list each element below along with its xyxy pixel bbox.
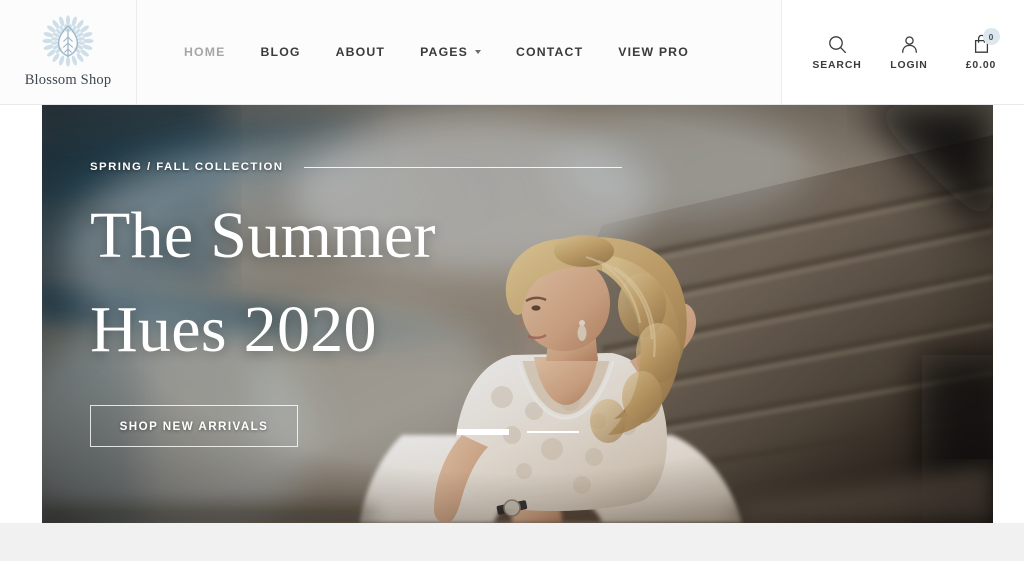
nav-item-label: PAGES (420, 45, 468, 59)
nav-item-pages[interactable]: PAGES (420, 45, 481, 59)
site-logo[interactable]: Blossom Shop (0, 0, 137, 104)
hero-title: The Summer Hues 2020 (90, 199, 436, 366)
nav-item-label: BLOG (260, 45, 301, 59)
slider-indicators (42, 429, 993, 435)
main-navigation: HOME BLOG ABOUT PAGES CONTACT VIEW PRO (137, 0, 724, 104)
shopping-bag-icon: 0 (972, 28, 1000, 55)
hero-slider: SPRING / FALL COLLECTION The Summer Hues… (42, 105, 993, 523)
chevron-down-icon (474, 50, 481, 54)
nav-item-view-pro[interactable]: VIEW PRO (618, 45, 689, 59)
cart-button[interactable]: 0 £0.00 (958, 28, 1004, 71)
login-label: LOGIN (890, 60, 928, 71)
site-header: Blossom Shop HOME BLOG ABOUT PAGES CONTA… (0, 0, 1024, 105)
shop-new-arrivals-button[interactable]: SHOP NEW ARRIVALS (90, 405, 298, 448)
search-icon (828, 33, 847, 55)
slider-dot-1[interactable] (456, 429, 509, 435)
header-left-panel: Blossom Shop HOME BLOG ABOUT PAGES CONTA… (0, 0, 782, 104)
nav-item-label: HOME (184, 45, 226, 59)
page-section-below-hero (0, 523, 1024, 561)
nav-item-about[interactable]: ABOUT (336, 45, 385, 59)
search-label: SEARCH (812, 60, 862, 71)
logo-text: Blossom Shop (24, 72, 112, 88)
search-button[interactable]: SEARCH (812, 33, 862, 71)
nav-item-label: ABOUT (335, 45, 386, 59)
nav-item-home[interactable]: HOME (184, 45, 226, 59)
nav-item-blog[interactable]: BLOG (261, 45, 301, 59)
user-icon (900, 33, 919, 55)
page-root: Blossom Shop HOME BLOG ABOUT PAGES CONTA… (0, 0, 1024, 561)
leaf-burst-icon (42, 15, 94, 67)
hero-eyebrow-rule (304, 166, 623, 168)
hero-content: SPRING / FALL COLLECTION The Summer Hues… (90, 161, 950, 448)
hero-eyebrow: SPRING / FALL COLLECTION (90, 161, 284, 173)
nav-item-contact[interactable]: CONTACT (516, 45, 583, 59)
hero-eyebrow-row: SPRING / FALL COLLECTION (90, 161, 950, 173)
cart-count-badge: 0 (982, 28, 1000, 45)
slider-dot-2[interactable] (526, 431, 579, 433)
nav-item-label: CONTACT (515, 45, 584, 59)
cart-total-label: £0.00 (965, 60, 997, 71)
login-button[interactable]: LOGIN (886, 33, 932, 71)
header-actions: SEARCH LOGIN 0 £0.00 (782, 0, 1024, 104)
nav-item-label: VIEW PRO (618, 45, 689, 59)
